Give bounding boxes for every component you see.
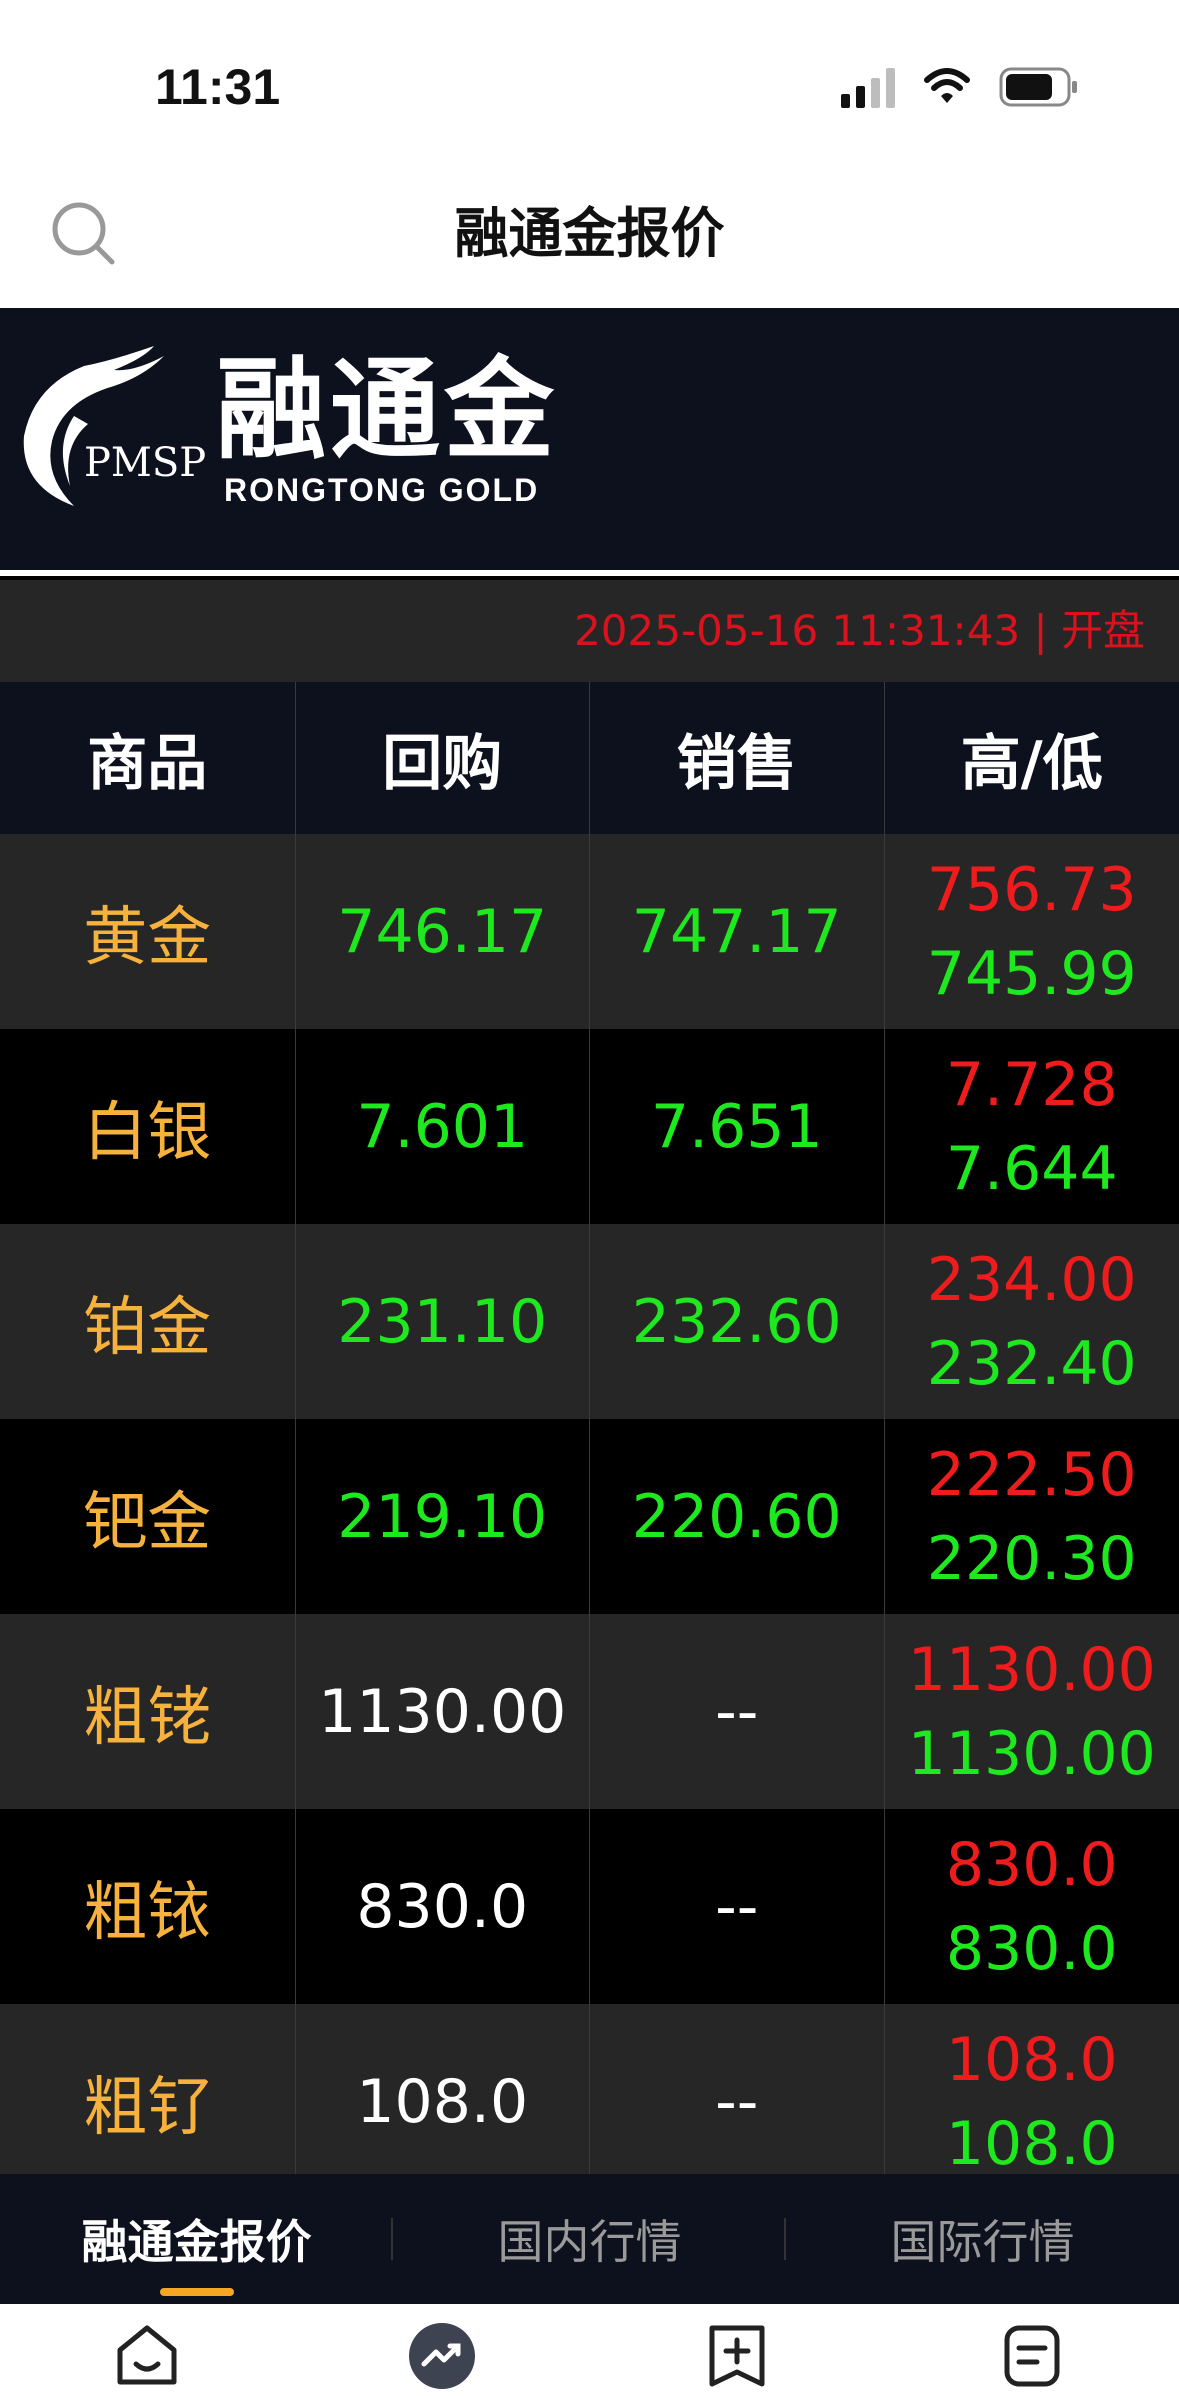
column-header-high-low: 高/低 (960, 728, 1103, 799)
price-table: 商品 回购 销售 高/低 黄金 746.17 747.17 756.73 745.… (0, 682, 1179, 2199)
high-price: 222.50 (926, 1439, 1137, 1510)
tab-domestic-market[interactable]: 国内行情 (393, 2174, 786, 2304)
header-cell: 高/低 (885, 682, 1179, 834)
bookmark-add-icon (709, 2325, 765, 2387)
low-price: 7.644 (945, 1133, 1118, 1204)
buy-price: 7.601 (356, 1091, 529, 1162)
product-name: 白银 (83, 1095, 212, 1170)
nav-home-button[interactable] (0, 2304, 295, 2396)
high-price: 108.0 (945, 2024, 1118, 2095)
tab-label: 国内行情 (497, 2215, 682, 2269)
nav-document-button[interactable] (884, 2304, 1179, 2396)
buy-price: 746.17 (337, 896, 548, 967)
high-price: 756.73 (926, 854, 1137, 925)
buy-price: 1130.00 (318, 1676, 567, 1747)
cellular-signal-icon (841, 66, 895, 108)
status-icons (841, 66, 1079, 108)
column-header-sell: 销售 (676, 728, 797, 799)
product-name: 钯金 (83, 1485, 212, 1560)
document-icon (1004, 2325, 1060, 2387)
product-name: 粗铑 (83, 1680, 212, 1755)
table-row[interactable]: 白银 7.601 7.651 7.728 7.644 (0, 1029, 1179, 1224)
logo-chinese-text: 融通金 (216, 346, 558, 474)
battery-icon (999, 67, 1079, 107)
sell-price: 7.651 (650, 1091, 823, 1162)
tab-label: 国际行情 (890, 2215, 1075, 2269)
high-price: 830.0 (945, 1829, 1118, 1900)
buy-price: 231.10 (337, 1286, 548, 1357)
active-tab-indicator (160, 2288, 234, 2296)
table-row[interactable]: 黄金 746.17 747.17 756.73 745.99 (0, 834, 1179, 1029)
low-price: 108.0 (945, 2108, 1118, 2179)
high-price: 234.00 (926, 1244, 1137, 1315)
table-row[interactable]: 铂金 231.10 232.60 234.00 232.40 (0, 1224, 1179, 1419)
product-name: 粗钌 (83, 2070, 212, 2145)
table-row[interactable]: 粗钌 108.0 -- 108.0 108.0 (0, 2004, 1179, 2199)
low-price: 220.30 (926, 1523, 1137, 1594)
sell-price: 232.60 (631, 1286, 842, 1357)
nav-header: 融通金报价 (0, 170, 1179, 308)
quote-time: 2025-05-16 11:31:43 | 开盘 (574, 606, 1145, 655)
wifi-icon (923, 68, 971, 106)
high-price: 7.728 (945, 1049, 1118, 1120)
tab-rongtong-quote[interactable]: 融通金报价 (0, 2174, 393, 2304)
tab-international-market[interactable]: 国际行情 (786, 2174, 1179, 2304)
banner-divider (0, 570, 1179, 576)
quote-time-row: 2025-05-16 11:31:43 | 开盘 (0, 580, 1179, 682)
product-name: 粗铱 (83, 1875, 212, 1950)
nav-add-button[interactable] (590, 2304, 885, 2396)
table-row[interactable]: 粗铱 830.0 -- 830.0 830.0 (0, 1809, 1179, 2004)
header-cell: 商品 (0, 682, 296, 834)
nav-market-button[interactable] (295, 2304, 590, 2396)
sell-price: 220.60 (631, 1481, 842, 1552)
bottom-navigation (0, 2304, 1179, 2396)
logo-pmsp-text: PMSP (84, 440, 207, 486)
trend-icon (409, 2323, 476, 2389)
page-title: 融通金报价 (454, 202, 725, 265)
low-price: 745.99 (926, 938, 1137, 1009)
column-header-product: 商品 (87, 728, 208, 799)
header-cell: 回购 (296, 682, 590, 834)
status-time: 11:31 (155, 59, 281, 115)
sell-price: -- (715, 1871, 759, 1942)
low-price: 830.0 (945, 1913, 1118, 1984)
buy-price: 108.0 (356, 2066, 529, 2137)
table-row[interactable]: 钯金 219.10 220.60 222.50 220.30 (0, 1419, 1179, 1614)
product-name: 黄金 (83, 900, 212, 975)
column-header-buyback: 回购 (382, 728, 503, 799)
sell-price: 747.17 (631, 896, 842, 967)
product-name: 铂金 (83, 1290, 212, 1365)
table-row[interactable]: 粗铑 1130.00 -- 1130.00 1130.00 (0, 1614, 1179, 1809)
buy-price: 830.0 (356, 1871, 529, 1942)
buy-price: 219.10 (337, 1481, 548, 1552)
logo-english-text: RONGTONG GOLD (224, 472, 540, 508)
sell-price: -- (715, 1676, 759, 1747)
header-cell: 销售 (590, 682, 885, 834)
high-price: 1130.00 (907, 1634, 1156, 1705)
home-icon (117, 2325, 177, 2385)
table-header: 商品 回购 销售 高/低 (0, 682, 1179, 834)
tab-bar: 融通金报价 国内行情 国际行情 (0, 2174, 1179, 2304)
low-price: 232.40 (926, 1328, 1137, 1399)
status-bar: 11:31 (0, 0, 1179, 170)
tab-label: 融通金报价 (81, 2215, 312, 2269)
low-price: 1130.00 (907, 1718, 1156, 1789)
sell-price: -- (715, 2066, 759, 2137)
